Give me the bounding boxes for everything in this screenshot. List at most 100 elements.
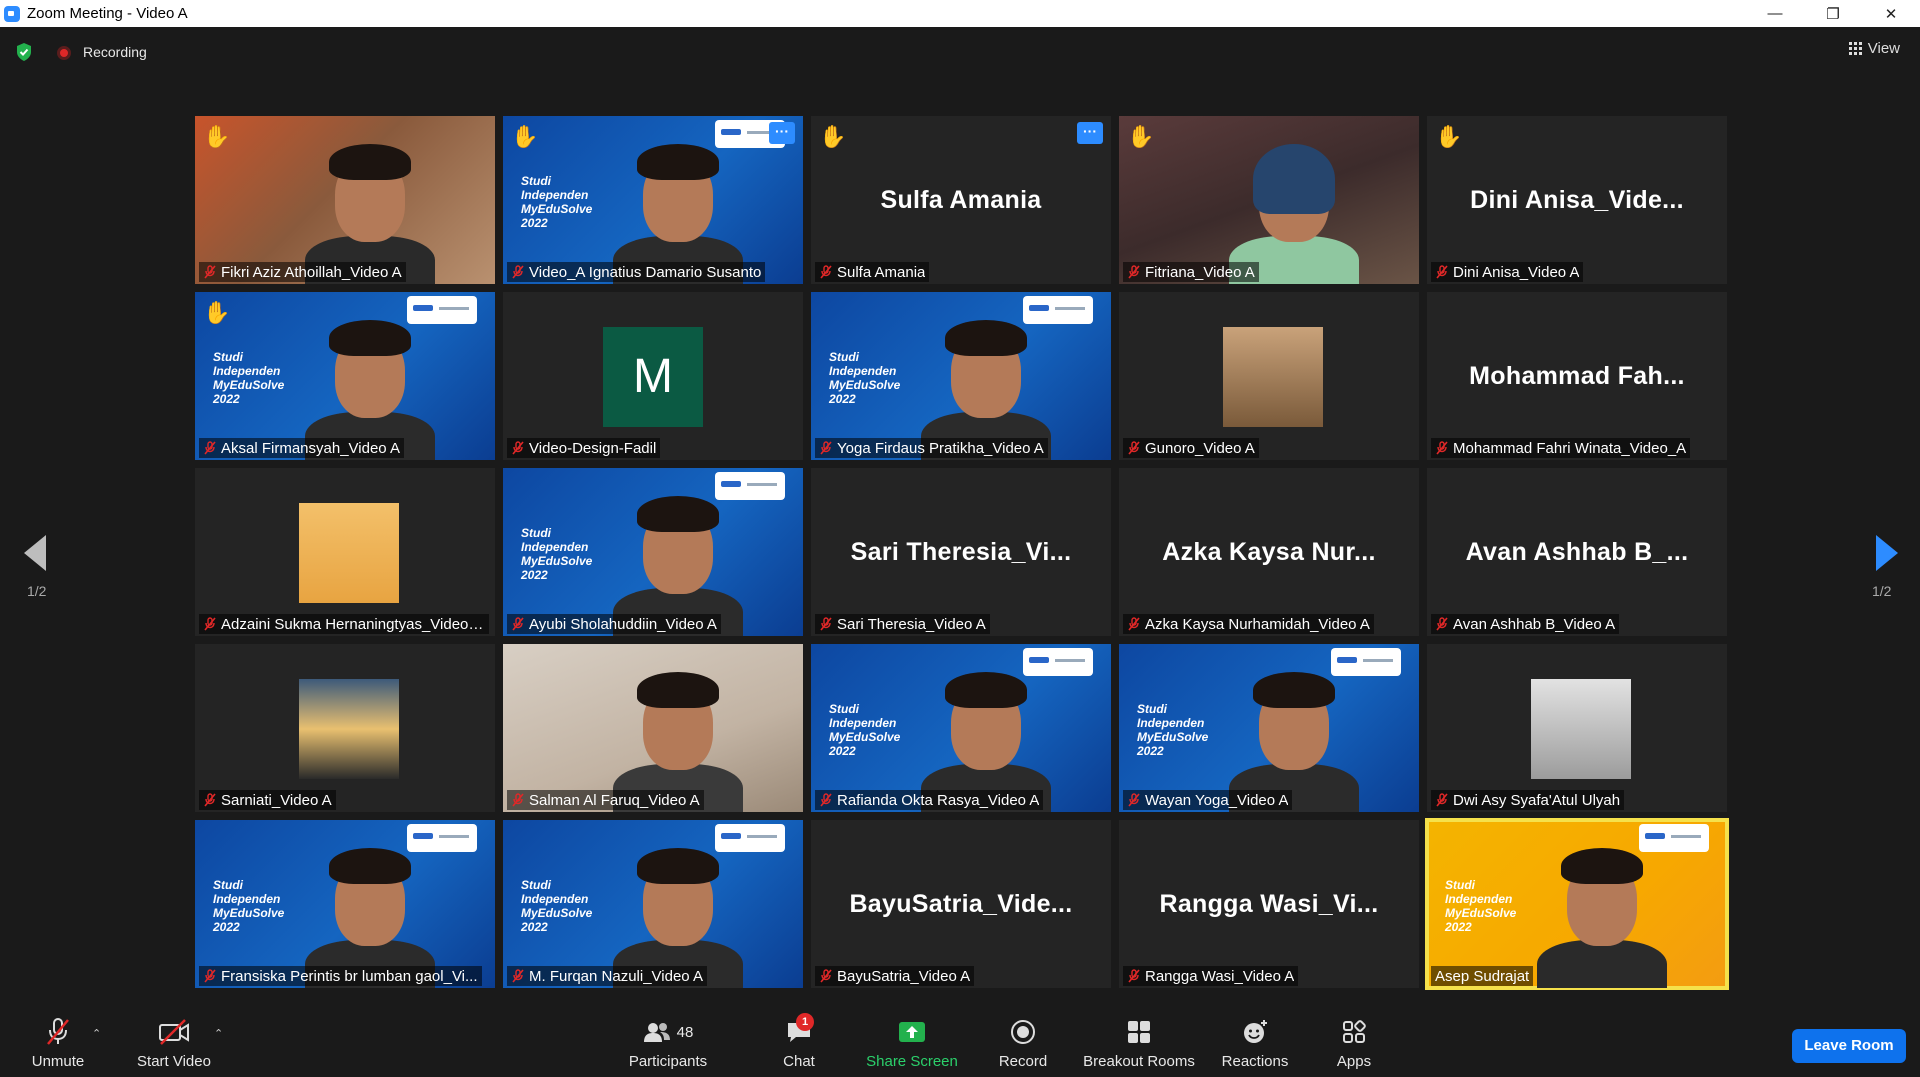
profile-picture: [1223, 327, 1323, 427]
participant-name-tag: Azka Kaysa Nurhamidah_Video A: [1123, 614, 1374, 634]
participant-tile[interactable]: Salman Al Faruq_Video A: [503, 644, 803, 812]
participant-name-label: Fransiska Perintis br lumban gaol_Vi...: [221, 967, 478, 985]
window-title: Zoom Meeting - Video A: [27, 5, 188, 22]
participant-hair: [1253, 672, 1335, 708]
kampus-merdeka-logo: [407, 296, 477, 324]
participant-tile[interactable]: Studi Independen MyEduSolve 2022 ✋ Aksal Firm…: [195, 292, 495, 460]
watermark-line: Independen: [1445, 892, 1513, 906]
view-button[interactable]: View: [1848, 40, 1900, 57]
participant-name-tag: Dini Anisa_Video A: [1431, 262, 1584, 282]
watermark-line: 2022: [213, 920, 240, 934]
studi-independen-watermark: Studi Independen MyEduSolve 2022: [521, 174, 592, 230]
video-options-caret-icon[interactable]: ⌃: [214, 1027, 223, 1040]
video-off-icon: [134, 1017, 214, 1047]
participant-tile[interactable]: ✋ Fikri Aziz Athoillah_Video A: [195, 116, 495, 284]
participant-tile[interactable]: Studi Independen MyEduSolve 2022 Rafianda Ok…: [811, 644, 1111, 812]
participant-tile[interactable]: M Video-Design-Fadil: [503, 292, 803, 460]
watermark-line: Independen: [521, 540, 589, 554]
participant-name-tag: BayuSatria_Video A: [815, 966, 975, 986]
participant-name-tag: Sulfa Amania: [815, 262, 930, 282]
studi-independen-watermark: Studi Independen MyEduSolve 2022: [213, 878, 284, 934]
participant-tile[interactable]: Avan Ashhab B_... Avan Ashhab B_Video A: [1427, 468, 1727, 636]
apps-button[interactable]: Apps: [1334, 1017, 1374, 1070]
muted-microphone-icon: [820, 265, 832, 279]
watermark-line: MyEduSolve: [521, 202, 593, 216]
leave-room-button[interactable]: Leave Room: [1792, 1029, 1906, 1063]
participant-tile[interactable]: Studi Independen MyEduSolve 2022 Fransiska P…: [195, 820, 495, 988]
breakout-rooms-button[interactable]: Breakout Rooms: [1083, 1017, 1195, 1070]
next-page-arrow-icon[interactable]: [1876, 535, 1898, 571]
watermark-line: Studi: [213, 878, 243, 892]
participant-tile[interactable]: Adzaini Sukma Hernaningtyas_Video ...: [195, 468, 495, 636]
start-video-button[interactable]: Start Video: [134, 1017, 214, 1070]
audio-options-caret-icon[interactable]: ⌃: [92, 1027, 101, 1040]
participant-tile[interactable]: Rangga Wasi_Vi... Rangga Wasi_Video A: [1119, 820, 1419, 988]
watermark-line: Independen: [213, 364, 281, 378]
participant-name-tag: Rafianda Okta Rasya_Video A: [815, 790, 1044, 810]
participant-display-name: Sulfa Amania: [880, 186, 1042, 214]
participant-name-label: Sulfa Amania: [837, 263, 926, 281]
participant-tile[interactable]: Gunoro_Video A: [1119, 292, 1419, 460]
participant-name-tag: Video_A Ignatius Damario Susanto: [507, 262, 766, 282]
participant-tile[interactable]: Dwi Asy Syafa'Atul Ulyah: [1427, 644, 1727, 812]
apps-label: Apps: [1336, 1053, 1372, 1070]
muted-microphone-icon: [512, 265, 524, 279]
title-bar: Zoom Meeting - Video A — ❐ ✕: [0, 0, 1920, 27]
participants-button[interactable]: 48 Participants: [626, 1017, 710, 1070]
close-icon[interactable]: ✕: [1862, 0, 1920, 27]
watermark-line: Studi: [1137, 702, 1167, 716]
participant-tile[interactable]: Studi Independen MyEduSolve 2022 Asep Sudraj…: [1425, 818, 1729, 990]
participant-tile[interactable]: Sari Theresia_Vi... Sari Theresia_Video A: [811, 468, 1111, 636]
unmute-button[interactable]: Unmute: [26, 1017, 90, 1070]
raised-hand-icon: ✋: [819, 124, 847, 149]
participant-name-label: Sari Theresia_Video A: [837, 615, 986, 633]
studi-independen-watermark: Studi Independen MyEduSolve 2022: [829, 350, 900, 406]
participant-hair: [945, 672, 1027, 708]
more-options-icon[interactable]: ···: [1077, 122, 1103, 144]
participant-tile[interactable]: Azka Kaysa Nur... Azka Kaysa Nurhamidah_V…: [1119, 468, 1419, 636]
studi-independen-watermark: Studi Independen MyEduSolve 2022: [521, 878, 592, 934]
participant-name-tag: Wayan Yoga_Video A: [1123, 790, 1293, 810]
participant-name-label: Salman Al Faruq_Video A: [529, 791, 700, 809]
minimize-icon[interactable]: —: [1746, 0, 1804, 27]
video-gallery: ✋ Fikri Aziz Athoillah_Video A Studi Indepe…: [195, 116, 1729, 992]
more-options-icon[interactable]: ···: [769, 122, 795, 144]
previous-page-arrow-icon[interactable]: [24, 535, 46, 571]
page-indicator-right: 1/2: [1872, 583, 1892, 599]
security-shield-icon[interactable]: [15, 42, 33, 62]
participant-tile[interactable]: Studi Independen MyEduSolve 2022 Yoga Firdau…: [811, 292, 1111, 460]
participant-name-label: Fitriana_Video A: [1145, 263, 1255, 281]
restore-icon[interactable]: ❐: [1804, 0, 1862, 27]
muted-microphone-icon: [1128, 793, 1140, 807]
participant-name-label: Sarniati_Video A: [221, 791, 332, 809]
microphone-muted-icon: [26, 1017, 90, 1047]
participant-name-label: Asep Sudrajat: [1435, 967, 1530, 985]
reactions-button[interactable]: Reactions: [1221, 1017, 1289, 1070]
participant-hair: [329, 848, 411, 884]
participant-tile[interactable]: Studi Independen MyEduSolve 2022 Ayubi Shola…: [503, 468, 803, 636]
participant-tile[interactable]: Dini Anisa_Vide... ✋ Dini Anisa_Video A: [1427, 116, 1727, 284]
participant-tile[interactable]: Sarniati_Video A: [195, 644, 495, 812]
record-button[interactable]: Record: [996, 1017, 1050, 1070]
participant-tile[interactable]: Mohammad Fah... Mohammad Fahri Winata_Vid…: [1427, 292, 1727, 460]
watermark-line: Independen: [521, 188, 589, 202]
participant-display-name: Mohammad Fah...: [1469, 362, 1685, 390]
recording-label[interactable]: Recording: [83, 44, 147, 60]
breakout-rooms-label: Breakout Rooms: [1083, 1053, 1195, 1070]
grid-view-icon: [1848, 42, 1862, 55]
share-screen-button[interactable]: Share Screen: [864, 1017, 960, 1070]
studi-independen-watermark: Studi Independen MyEduSolve 2022: [213, 350, 284, 406]
chat-button[interactable]: 1 Chat: [776, 1013, 822, 1070]
muted-microphone-icon: [1128, 265, 1140, 279]
watermark-line: MyEduSolve: [829, 378, 901, 392]
participant-name-label: Yoga Firdaus Pratikha_Video A: [837, 439, 1044, 457]
participant-tile[interactable]: BayuSatria_Vide... BayuSatria_Video A: [811, 820, 1111, 988]
participant-tile[interactable]: Studi Independen MyEduSolve 2022 ✋ ··· Video_A…: [503, 116, 803, 284]
participant-hair: [637, 144, 719, 180]
participant-tile[interactable]: ✋ Fitriana_Video A: [1119, 116, 1419, 284]
raised-hand-icon: ✋: [203, 124, 231, 149]
participant-tile[interactable]: Studi Independen MyEduSolve 2022 M. Furqan N…: [503, 820, 803, 988]
participant-tile[interactable]: Studi Independen MyEduSolve 2022 Wayan Yoga_…: [1119, 644, 1419, 812]
participant-name-tag: Dwi Asy Syafa'Atul Ulyah: [1431, 790, 1625, 810]
participant-tile[interactable]: Sulfa Amania ✋ ··· Sulfa Amania: [811, 116, 1111, 284]
